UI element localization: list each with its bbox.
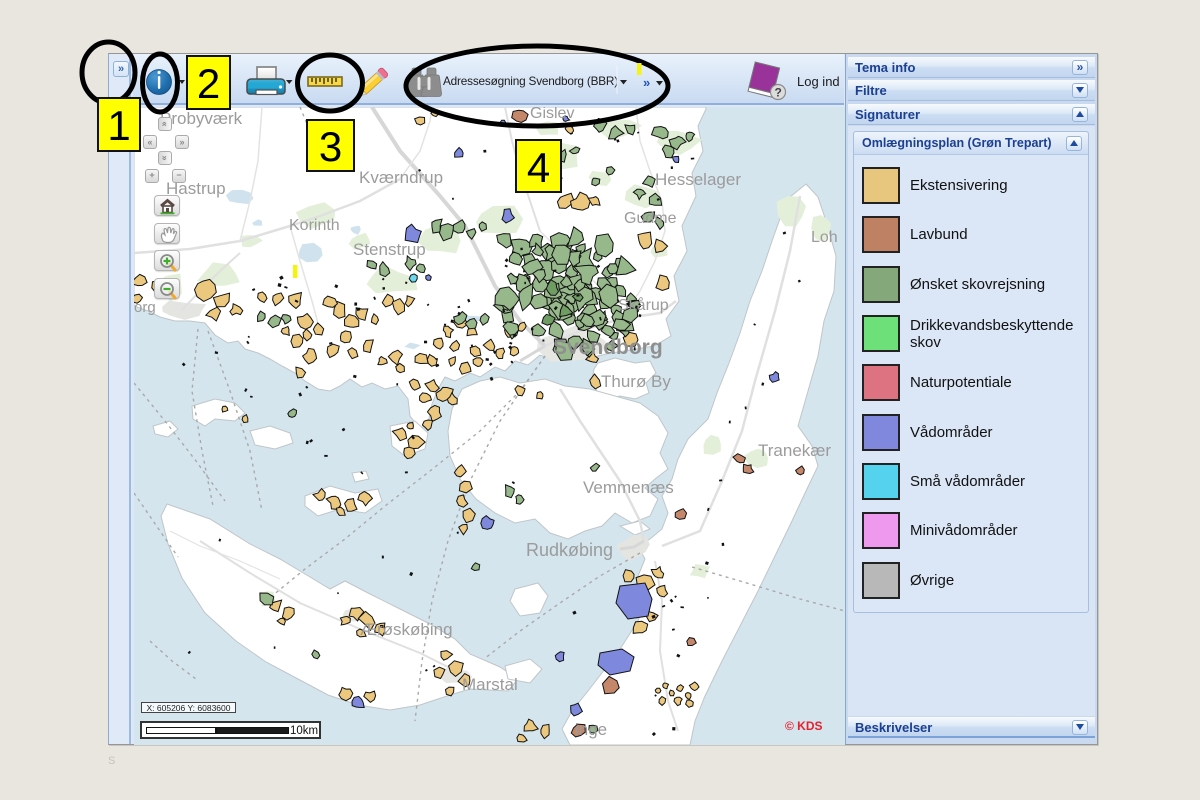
svg-text:Gislev: Gislev [530,107,574,122]
svg-text:Hesselager: Hesselager [655,170,741,189]
svg-text:Vemmenæs: Vemmenæs [583,478,674,497]
svg-text:Gudme: Gudme [624,210,677,227]
svg-text:Marstal: Marstal [462,675,518,694]
svg-text:Ærøskøbing: Ærøskøbing [360,620,453,639]
svg-text:Thurø By: Thurø By [601,372,671,391]
svg-text:inge: inge [575,720,607,739]
svg-text:Loh: Loh [811,229,838,246]
svg-text:Tranekær: Tranekær [758,441,831,460]
svg-text:Log ind: Log ind [797,74,840,89]
svg-text:»: » [643,75,650,90]
svg-text:Adressesøgning Svendborg (BBR): Adressesøgning Svendborg (BBR) [443,74,618,88]
svg-text:Stenstrup: Stenstrup [353,240,426,259]
svg-text:Kværndrup: Kværndrup [359,168,443,187]
svg-text:Svendborg: Svendborg [553,336,663,359]
svg-text:Korinth: Korinth [289,217,340,234]
svg-text:Skårup: Skårup [618,296,669,314]
svg-text:?: ? [775,86,782,100]
svg-text:Rudkøbing: Rudkøbing [526,540,613,560]
